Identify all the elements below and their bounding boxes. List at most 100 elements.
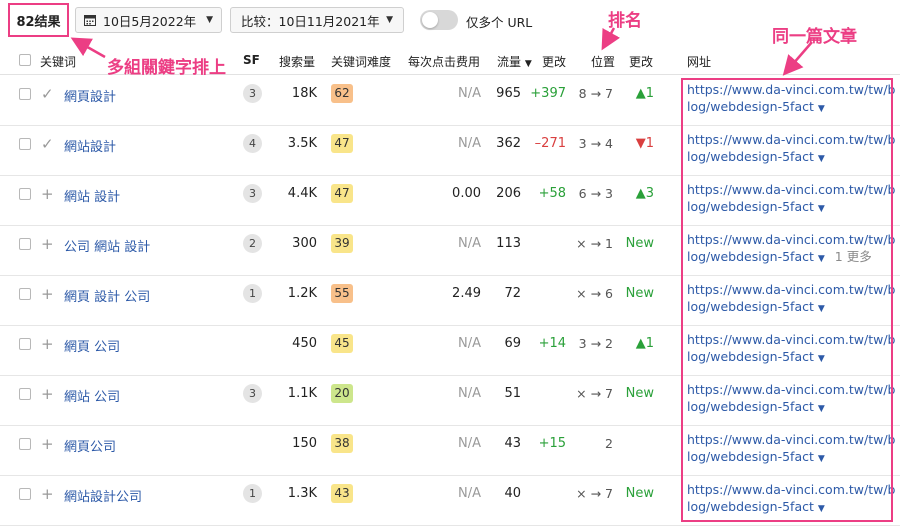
volume-value: 4.4K <box>287 186 317 201</box>
table-row: + 公司 網站 設計 2 300 39 N/A 113 × → 1 New ht… <box>0 226 900 276</box>
traffic-value: 965 <box>496 86 521 101</box>
url-link-line2[interactable]: log/webdesign-5fact ▼ <box>687 198 895 218</box>
url-link-line2[interactable]: log/webdesign-5fact ▼ <box>687 98 895 118</box>
url-link[interactable]: https://www.da-vinci.com.tw/tw/b <box>687 81 895 98</box>
url-link[interactable]: https://www.da-vinci.com.tw/tw/b <box>687 381 895 398</box>
row-checkbox[interactable] <box>19 188 31 200</box>
column-position-change[interactable]: 更改 <box>629 53 653 70</box>
compare-select-label: 比较：10日11月2021年 <box>241 13 380 29</box>
cpc-value: N/A <box>458 486 481 501</box>
plus-icon: + <box>41 485 54 503</box>
kd-badge: 47 <box>331 184 353 203</box>
chevron-down-icon[interactable]: ▼ <box>818 304 825 314</box>
position-value: 2 <box>605 436 613 451</box>
chevron-down-icon[interactable]: ▼ <box>818 254 825 264</box>
column-position[interactable]: 位置 <box>591 53 615 70</box>
position-value: × → 7 <box>576 386 613 401</box>
url-link-line2[interactable]: log/webdesign-5fact ▼ <box>687 498 895 518</box>
sf-badge[interactable]: 3 <box>243 384 262 403</box>
more-urls-link[interactable]: 1 更多 <box>835 249 872 264</box>
sf-badge[interactable]: 3 <box>243 184 262 203</box>
chevron-down-icon[interactable]: ▼ <box>818 104 825 114</box>
chevron-down-icon[interactable]: ▼ <box>818 154 825 164</box>
keyword-link[interactable]: 網站 設計 <box>64 186 120 205</box>
multiple-url-toggle-label: 仅多个 URL <box>466 15 533 30</box>
url-cell: https://www.da-vinci.com.tw/tw/b log/web… <box>687 131 895 168</box>
traffic-change-value: –271 <box>534 136 566 151</box>
url-link[interactable]: https://www.da-vinci.com.tw/tw/b <box>687 481 895 498</box>
row-checkbox[interactable] <box>19 288 31 300</box>
position-change-value: ▲1 <box>635 336 654 351</box>
sf-badge[interactable]: 3 <box>243 84 262 103</box>
keyword-link[interactable]: 網頁公司 <box>64 436 116 455</box>
volume-value: 150 <box>292 436 317 451</box>
column-volume[interactable]: 搜索量 <box>279 53 315 70</box>
column-url[interactable]: 网址 <box>687 53 711 70</box>
position-change-value: ▼1 <box>635 136 654 151</box>
column-traffic-change[interactable]: 更改 <box>542 53 566 70</box>
keyword-link[interactable]: 網頁 公司 <box>64 336 120 355</box>
volume-value: 1.1K <box>287 386 317 401</box>
keyword-link[interactable]: 網站設計 <box>64 136 116 155</box>
keyword-link[interactable]: 網頁 設計 公司 <box>64 286 150 305</box>
cpc-value: 2.49 <box>452 286 481 301</box>
url-link-text: log/webdesign-5fact <box>687 449 814 464</box>
row-checkbox[interactable] <box>19 88 31 100</box>
chevron-down-icon[interactable]: ▼ <box>818 504 825 514</box>
volume-value: 3.5K <box>287 136 317 151</box>
row-checkbox[interactable] <box>19 438 31 450</box>
sf-badge[interactable]: 1 <box>243 284 262 303</box>
chevron-down-icon[interactable]: ▼ <box>818 454 825 464</box>
keyword-link[interactable]: 網站 公司 <box>64 386 120 405</box>
url-link-line2[interactable]: log/webdesign-5fact ▼ <box>687 298 895 318</box>
row-checkbox[interactable] <box>19 138 31 150</box>
volume-value: 1.3K <box>287 486 317 501</box>
sf-badge[interactable]: 4 <box>243 134 262 153</box>
compare-select[interactable]: 比较：10日11月2021年 ▼ <box>230 7 404 33</box>
traffic-change-value: +15 <box>538 436 566 451</box>
sf-badge[interactable]: 2 <box>243 234 262 253</box>
url-link-line2[interactable]: log/webdesign-5fact ▼ <box>687 148 895 168</box>
url-link-line2[interactable]: log/webdesign-5fact ▼ <box>687 348 895 368</box>
url-link[interactable]: https://www.da-vinci.com.tw/tw/b <box>687 131 895 148</box>
kd-badge: 39 <box>331 234 353 253</box>
row-checkbox[interactable] <box>19 338 31 350</box>
volume-value: 18K <box>291 86 317 101</box>
column-cpc[interactable]: 每次点击费用 <box>408 53 480 70</box>
position-change-value: New <box>625 486 654 501</box>
keyword-link[interactable]: 網站設計公司 <box>64 486 142 505</box>
row-checkbox[interactable] <box>19 238 31 250</box>
position-value: 8 → 7 <box>578 86 613 101</box>
chevron-down-icon[interactable]: ▼ <box>818 354 825 364</box>
chevron-down-icon: ▼ <box>206 15 213 25</box>
check-icon: ✓ <box>41 85 54 103</box>
url-link[interactable]: https://www.da-vinci.com.tw/tw/b <box>687 281 895 298</box>
cpc-value: N/A <box>458 236 481 251</box>
url-link-line2[interactable]: log/webdesign-5fact ▼ <box>687 448 895 468</box>
plus-icon: + <box>41 285 54 303</box>
row-checkbox[interactable] <box>19 388 31 400</box>
url-link[interactable]: https://www.da-vinci.com.tw/tw/b <box>687 431 895 448</box>
column-traffic[interactable]: 流量 ▼ <box>497 53 532 70</box>
keyword-link[interactable]: 公司 網站 設計 <box>64 236 150 255</box>
date-select[interactable]: 10日5月2022年 ▼ <box>75 7 222 33</box>
results-count-label: 82结果 <box>16 14 61 30</box>
multiple-url-toggle[interactable] <box>420 10 458 30</box>
keyword-link[interactable]: 網頁設計 <box>64 86 116 105</box>
url-link-line2[interactable]: log/webdesign-5fact ▼ <box>687 398 895 418</box>
url-link[interactable]: https://www.da-vinci.com.tw/tw/b <box>687 331 895 348</box>
url-link[interactable]: https://www.da-vinci.com.tw/tw/b <box>687 231 895 248</box>
select-all-checkbox[interactable] <box>19 54 31 66</box>
traffic-change-value: +397 <box>530 86 566 101</box>
row-checkbox[interactable] <box>19 488 31 500</box>
column-kd[interactable]: 关键词难度 <box>331 53 391 70</box>
url-link[interactable]: https://www.da-vinci.com.tw/tw/b <box>687 181 895 198</box>
traffic-value: 206 <box>496 186 521 201</box>
url-link-line2[interactable]: log/webdesign-5fact ▼ 1 更多 <box>687 248 895 268</box>
column-sf[interactable]: SF <box>243 53 260 67</box>
url-link-text: log/webdesign-5fact <box>687 149 814 164</box>
chevron-down-icon[interactable]: ▼ <box>818 204 825 214</box>
chevron-down-icon[interactable]: ▼ <box>818 404 825 414</box>
column-keyword[interactable]: 关键词 <box>40 53 76 70</box>
sf-badge[interactable]: 1 <box>243 484 262 503</box>
